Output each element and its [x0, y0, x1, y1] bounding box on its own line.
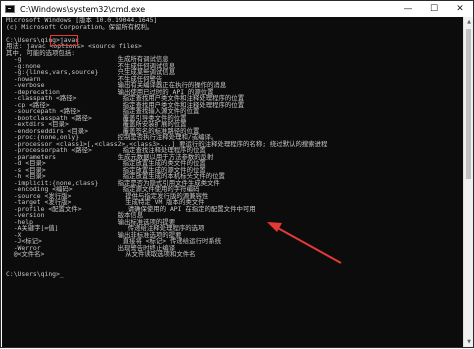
annotation-arrow-icon: [267, 222, 342, 264]
cmd-window: C:\Windows\system32\cmd.exe — ☐ ✕ Micros…: [0, 0, 474, 348]
